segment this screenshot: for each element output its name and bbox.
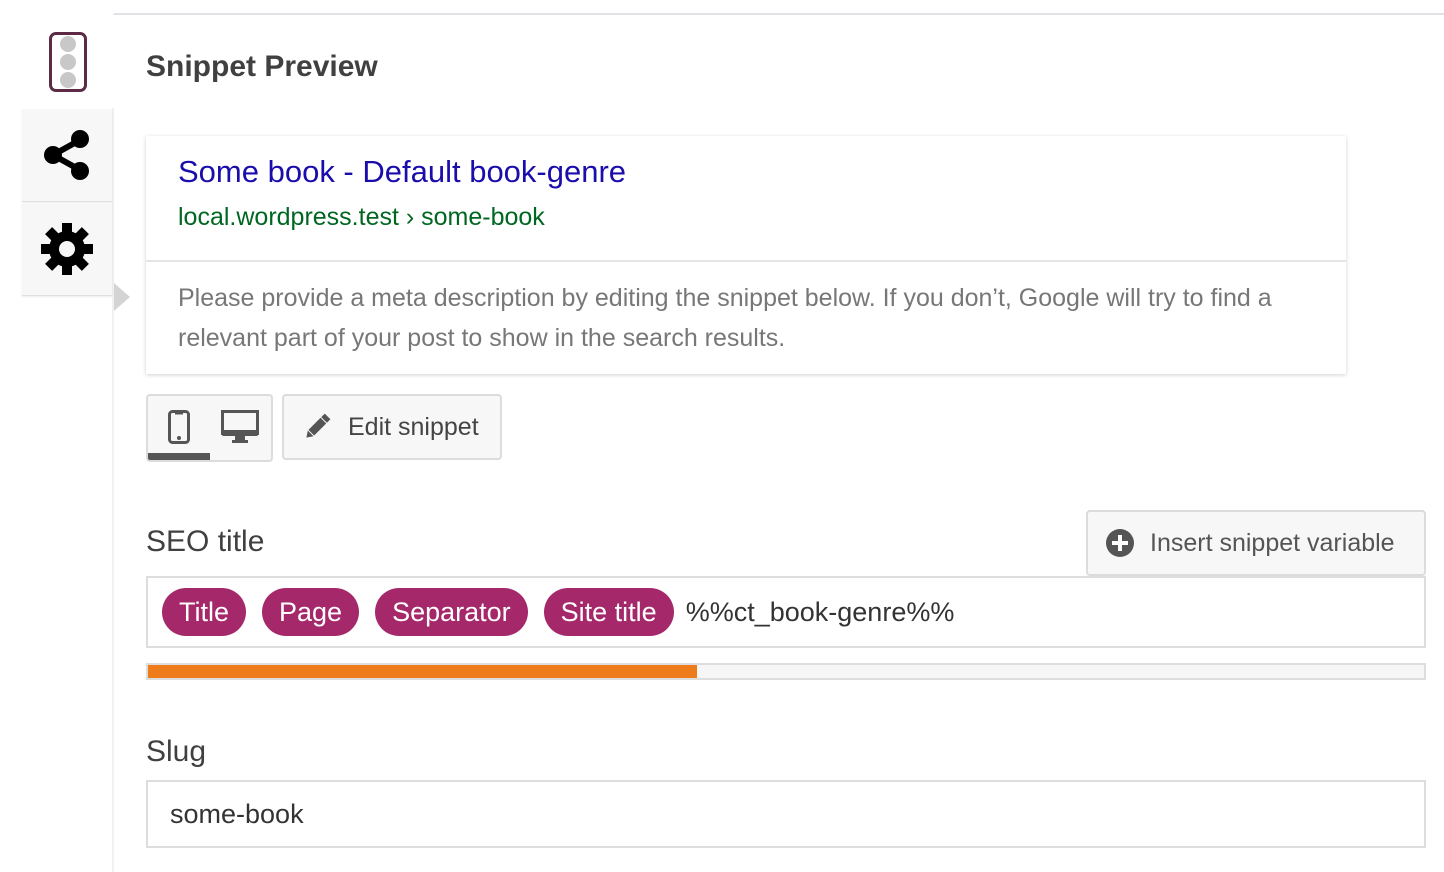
snippet-title[interactable]: Some book - Default book-genre (178, 154, 626, 190)
active-tab-pointer (114, 283, 130, 311)
tab-seo-analysis[interactable] (22, 15, 114, 108)
plus-circle-icon (1106, 529, 1134, 557)
seo-title-length-progress (146, 663, 1426, 680)
insert-snippet-variable-button[interactable]: Insert snippet variable (1086, 510, 1426, 576)
progress-fill (148, 665, 697, 678)
snippet-url: local.wordpress.test › some-book (178, 203, 545, 231)
tab-social[interactable] (22, 109, 112, 202)
snippet-preview-card[interactable]: Some book - Default book-genre local.wor… (146, 136, 1346, 374)
seo-title-input[interactable]: Title Page Separator Site title %%ct_boo… (146, 576, 1426, 648)
seo-title-text: %%ct_book-genre%% (685, 596, 955, 627)
variable-pill-title[interactable]: Title (162, 588, 247, 636)
variable-pill-separator[interactable]: Separator (375, 588, 528, 636)
variable-pill-page[interactable]: Page (262, 588, 360, 636)
edit-snippet-label: Edit snippet (348, 412, 479, 441)
preview-mode-toggle (146, 394, 273, 462)
gear-icon (41, 223, 93, 275)
share-icon (44, 130, 89, 180)
traffic-light-icon (49, 31, 87, 92)
top-border (114, 13, 1444, 15)
tab-advanced[interactable] (22, 203, 112, 296)
insert-snippet-variable-label: Insert snippet variable (1150, 528, 1395, 557)
snippet-divider (146, 260, 1346, 262)
variable-pill-site-title[interactable]: Site title (543, 588, 674, 636)
seo-title-label: SEO title (146, 525, 265, 558)
metabox-tabs (22, 15, 114, 296)
desktop-preview-button[interactable] (210, 396, 272, 460)
edit-snippet-button[interactable]: Edit snippet (282, 394, 502, 460)
slug-label: Slug (146, 735, 207, 768)
snippet-preview-heading: Snippet Preview (146, 50, 378, 83)
pencil-icon (306, 413, 331, 438)
desktop-icon (221, 410, 260, 443)
mobile-preview-button[interactable] (148, 396, 210, 460)
mobile-icon (167, 410, 190, 444)
slug-input[interactable]: some-book (146, 780, 1426, 848)
snippet-description[interactable]: Please provide a meta description by edi… (178, 278, 1318, 358)
